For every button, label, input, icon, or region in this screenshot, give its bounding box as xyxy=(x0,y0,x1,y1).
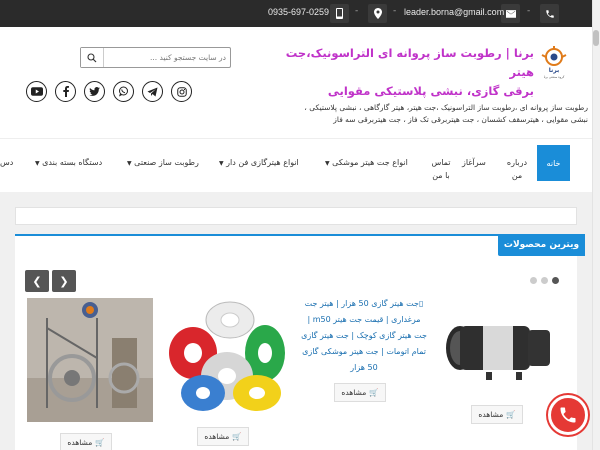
nav-item-more[interactable]: دس xyxy=(0,156,13,192)
broken-image-alt[interactable]: ▯جت هیتر گازی 50 هزار | هیتر جت مرغداری … xyxy=(300,296,428,376)
twitter-icon[interactable] xyxy=(84,81,105,102)
nav-item-humidifiers[interactable]: رطوبت ساز صنعتی ▼ xyxy=(124,156,199,192)
carousel-dot[interactable] xyxy=(530,277,537,284)
view-product-button[interactable]: 🛒 مشاهده xyxy=(60,433,112,450)
chevron-left-icon: ❮ xyxy=(32,274,42,288)
site-logo[interactable]: برنا گروه صنعتی برنا xyxy=(536,45,572,81)
nav-item-jet-heaters[interactable]: انواع جت هیتر موشکی ▼ xyxy=(322,156,408,192)
site-title-line1[interactable]: برنا | رطوبت ساز پروانه ای التراسونیک،جت… xyxy=(274,44,534,82)
nav-item-label: تماس xyxy=(431,158,451,167)
svg-text:گروه صنعتی برنا: گروه صنعتی برنا xyxy=(544,75,565,79)
chevron-right-icon: ❯ xyxy=(59,274,69,288)
view-product-button[interactable]: 🛒 مشاهده xyxy=(471,405,523,424)
view-button-label: مشاهده xyxy=(341,388,367,397)
broken-image-icon: ▯ xyxy=(418,299,424,308)
nav-item-label: درباره xyxy=(506,158,528,167)
nav-item-about[interactable]: درباره من xyxy=(504,156,530,192)
view-button-label: مشاهده xyxy=(478,410,504,419)
site-title[interactable]: برنا | رطوبت ساز پروانه ای التراسونیک،جت… xyxy=(274,44,534,101)
phone-icon[interactable] xyxy=(540,4,559,23)
chevron-down-icon: ▼ xyxy=(219,160,224,167)
chevron-down-icon: ▼ xyxy=(325,160,330,167)
instagram-icon[interactable] xyxy=(171,81,192,102)
nav-item-label: با من xyxy=(432,171,450,180)
separator: - xyxy=(355,6,359,16)
search-box xyxy=(80,47,231,68)
nav-item-label: من xyxy=(511,171,523,180)
scrollbar-thumb[interactable] xyxy=(593,30,599,46)
page-scrollbar[interactable] xyxy=(592,0,600,450)
nav-item-home[interactable]: خانه xyxy=(537,145,570,181)
whatsapp-icon[interactable] xyxy=(113,81,134,102)
cart-icon: 🛒 xyxy=(369,388,379,397)
nav-item-label: سرآغاز xyxy=(462,158,486,167)
top-bar: - leader.borna@gmail.com - - 0935-697-02… xyxy=(0,0,592,27)
nav-item-label: رطوبت ساز صنعتی xyxy=(134,158,199,167)
carousel-dots xyxy=(530,277,559,284)
carousel-prev-button[interactable]: ❮ xyxy=(25,270,49,292)
location-icon[interactable] xyxy=(368,4,387,23)
product-machine-image[interactable] xyxy=(27,298,153,422)
main-nav: خانه درباره من سرآغاز تماس با من انواع ج… xyxy=(0,138,592,186)
search-icon xyxy=(87,52,97,62)
cart-icon: 🛒 xyxy=(95,438,105,447)
carousel-dot[interactable] xyxy=(541,277,548,284)
view-button-label: مشاهده xyxy=(204,432,230,441)
cart-icon: 🛒 xyxy=(506,410,516,419)
svg-text:برنا: برنا xyxy=(549,67,560,74)
mobile-icon[interactable] xyxy=(330,4,349,23)
view-button-label: مشاهده xyxy=(67,438,93,447)
nav-item-label: دس xyxy=(0,158,14,167)
nav-item-contact[interactable]: تماس با من xyxy=(428,156,454,192)
view-product-button[interactable]: 🛒 مشاهده xyxy=(197,427,249,446)
nav-item-gas-heaters[interactable]: انواع هیترگازی فن دار ▼ xyxy=(216,156,299,192)
search-input[interactable] xyxy=(105,48,230,67)
chevron-down-icon: ▼ xyxy=(35,160,40,167)
chevron-down-icon: ▼ xyxy=(127,160,132,167)
youtube-icon[interactable] xyxy=(26,81,47,102)
phone-number[interactable]: 0935-697-0259 xyxy=(268,7,329,17)
email-text[interactable]: leader.borna@gmail.com xyxy=(404,7,504,17)
separator: - xyxy=(393,6,397,16)
nav-item-start[interactable]: سرآغاز xyxy=(462,156,486,192)
nav-item-label: انواع جت هیتر موشکی xyxy=(332,158,408,167)
info-strip xyxy=(15,207,577,225)
separator: - xyxy=(527,6,531,16)
nav-item-label: انواع هیترگازی فن دار xyxy=(226,158,299,167)
site-description: رطوبت ساز پروانه ای ،رطوبت ساز التراسونی… xyxy=(304,103,588,124)
nav-item-label: دستگاه بسته بندی xyxy=(42,158,103,167)
nav-item-packaging[interactable]: دستگاه بسته بندی ▼ xyxy=(32,156,102,192)
phone-icon xyxy=(560,407,576,423)
carousel-dot-active[interactable] xyxy=(552,277,559,284)
telegram-icon[interactable] xyxy=(142,81,163,102)
site-title-line2[interactable]: برقی گازی، نبشی پلاستیکی مقوایی xyxy=(274,82,534,101)
facebook-icon[interactable] xyxy=(55,81,76,102)
product-strapping-image[interactable] xyxy=(165,298,287,416)
showcase-title: ویترین محصولات xyxy=(498,234,585,256)
search-button[interactable] xyxy=(81,48,104,67)
floating-call-button[interactable] xyxy=(548,395,588,435)
product-jet-heater-image[interactable] xyxy=(438,310,558,385)
cart-icon: 🛒 xyxy=(232,432,242,441)
carousel-next-button[interactable]: ❯ xyxy=(52,270,76,292)
nav-item-label: خانه xyxy=(546,158,561,168)
view-product-button[interactable]: 🛒 مشاهده xyxy=(334,383,386,402)
